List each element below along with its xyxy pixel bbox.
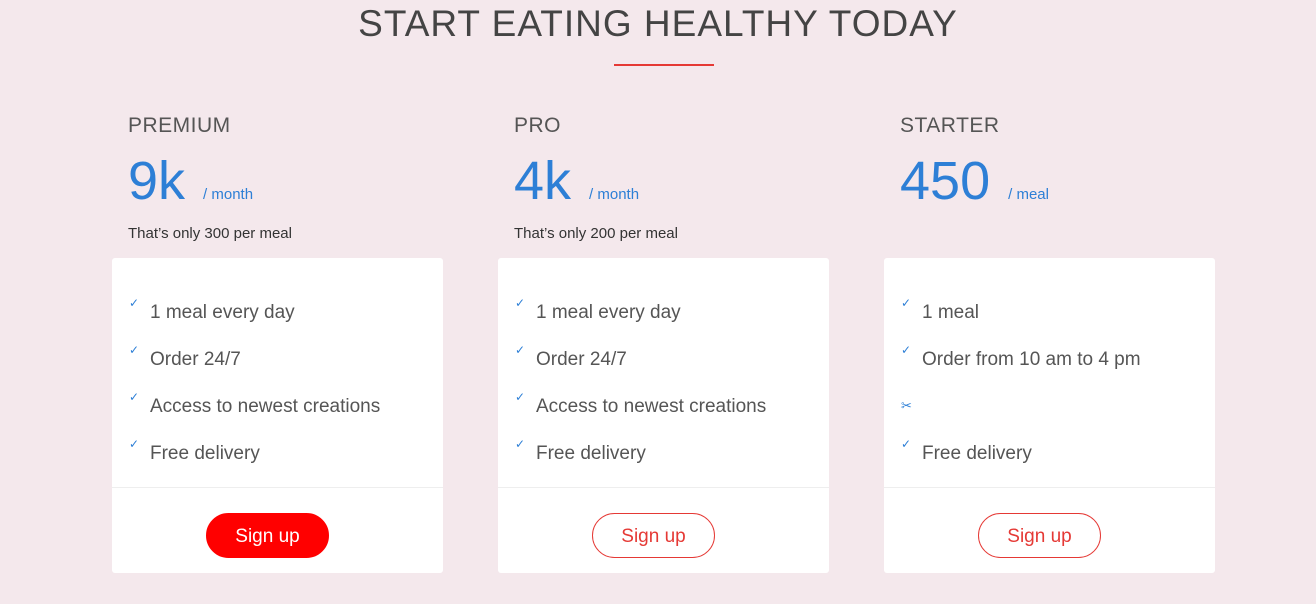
check-icon: ✓ xyxy=(901,296,912,310)
check-icon: ✓ xyxy=(129,437,140,451)
plan-card: ✓ 1 meal every day ✓ Order 24/7 ✓ Access… xyxy=(112,258,443,573)
plan-card: ✓ 1 meal every day ✓ Order 24/7 ✓ Access… xyxy=(498,258,829,573)
check-icon: ✓ xyxy=(901,343,912,357)
feature-text: 1 meal xyxy=(922,302,980,323)
plan-name: STARTER xyxy=(900,114,1000,137)
check-icon: ✓ xyxy=(129,296,140,310)
feature-text: Free delivery xyxy=(922,443,1032,464)
card-divider xyxy=(498,487,829,488)
feature-item: ✓ 1 meal every day xyxy=(112,292,443,339)
check-icon: ✓ xyxy=(515,296,526,310)
price-period: / month xyxy=(589,186,640,203)
feature-text: Free delivery xyxy=(150,443,260,464)
feature-item: ✓ Free delivery xyxy=(884,433,1215,480)
page-title: START EATING HEALTHY TODAY xyxy=(358,3,958,44)
feature-text: 1 meal every day xyxy=(150,302,295,323)
feature-text: 1 meal every day xyxy=(536,302,681,323)
scissors-icon: ✂ xyxy=(901,398,912,413)
price-row: 9k / month xyxy=(128,150,253,212)
feature-text: Order 24/7 xyxy=(150,349,241,370)
price-period: / month xyxy=(203,186,254,203)
feature-list: ✓ 1 meal every day ✓ Order 24/7 ✓ Access… xyxy=(112,292,443,480)
sign-up-button[interactable]: Sign up xyxy=(592,513,715,558)
sign-up-button[interactable]: Sign up xyxy=(206,513,329,558)
check-icon: ✓ xyxy=(515,390,526,404)
feature-text: Access to newest creations xyxy=(150,396,381,417)
feature-item: ✓ Free delivery xyxy=(112,433,443,480)
plan-name: PRO xyxy=(514,114,562,137)
feature-item: ✂ xyxy=(884,386,1215,433)
feature-item: ✓ Order 24/7 xyxy=(112,339,443,386)
feature-item: ✓ Access to newest creations xyxy=(112,386,443,433)
feature-list: ✓ 1 meal every day ✓ Order 24/7 ✓ Access… xyxy=(498,292,829,480)
plan-price: 450 xyxy=(900,151,991,211)
card-divider xyxy=(884,487,1215,488)
price-period: / meal xyxy=(1008,186,1049,203)
check-icon: ✓ xyxy=(901,437,912,451)
price-row: 450 / meal xyxy=(900,150,1049,212)
plan-card: ✓ 1 meal ✓ Order from 10 am to 4 pm ✂ ✓ … xyxy=(884,258,1215,573)
feature-text: Order from 10 am to 4 pm xyxy=(922,349,1141,370)
price-note: That’s only 300 per meal xyxy=(128,225,292,242)
feature-text: Access to newest creations xyxy=(536,396,767,417)
check-icon: ✓ xyxy=(515,343,526,357)
plan-price: 9k xyxy=(128,151,186,211)
feature-item: ✓ Access to newest creations xyxy=(498,386,829,433)
feature-text: Order 24/7 xyxy=(536,349,627,370)
feature-list: ✓ 1 meal ✓ Order from 10 am to 4 pm ✂ ✓ … xyxy=(884,292,1215,480)
plan-name: PREMIUM xyxy=(128,114,231,137)
title-underline xyxy=(614,64,714,66)
feature-item: ✓ Order from 10 am to 4 pm xyxy=(884,339,1215,386)
check-icon: ✓ xyxy=(129,343,140,357)
price-row: 4k / month xyxy=(514,150,639,212)
feature-item: ✓ 1 meal xyxy=(884,292,1215,339)
feature-item: ✓ Free delivery xyxy=(498,433,829,480)
check-icon: ✓ xyxy=(129,390,140,404)
price-note: That’s only 200 per meal xyxy=(514,225,678,242)
sign-up-button[interactable]: Sign up xyxy=(978,513,1101,558)
check-icon: ✓ xyxy=(515,437,526,451)
card-divider xyxy=(112,487,443,488)
feature-text: Free delivery xyxy=(536,443,646,464)
feature-item: ✓ Order 24/7 xyxy=(498,339,829,386)
feature-item: ✓ 1 meal every day xyxy=(498,292,829,339)
plan-price: 4k xyxy=(514,151,572,211)
